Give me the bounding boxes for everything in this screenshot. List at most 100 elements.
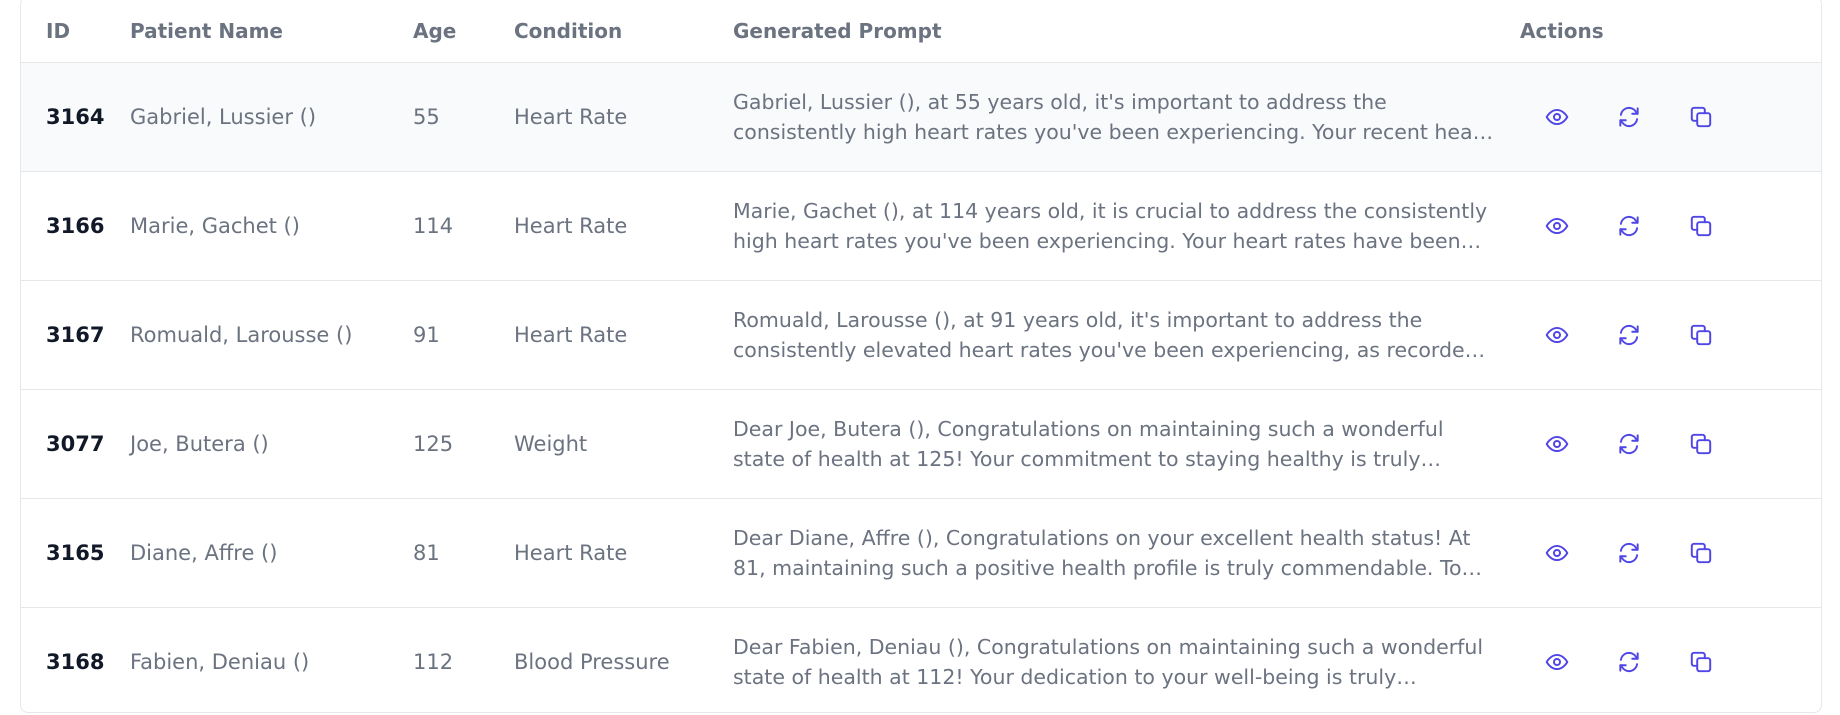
table-row: 3164 Gabriel, Lussier () 55 Heart Rate G… xyxy=(21,62,1821,172)
patients-table: ID Patient Name Age Condition Generated … xyxy=(21,0,1821,712)
table-body: 3164 Gabriel, Lussier () 55 Heart Rate G… xyxy=(21,62,1821,712)
header-actions: Actions xyxy=(1520,0,1821,63)
eye-icon xyxy=(1545,326,1569,343)
table-header: ID Patient Name Age Condition Generated … xyxy=(21,0,1821,63)
cell-generated-prompt: Romuald, Larousse (), at 91 years old, i… xyxy=(733,280,1520,390)
copy-icon xyxy=(1690,542,1712,563)
copy-button[interactable] xyxy=(1683,426,1719,462)
cell-age: 125 xyxy=(413,389,514,499)
prompt-text: Dear Diane, Affre (), Congratulations on… xyxy=(733,525,1471,580)
cell-id: 3164 xyxy=(21,62,130,172)
cell-actions xyxy=(1520,498,1821,608)
refresh-icon xyxy=(1619,651,1639,672)
header-id: ID xyxy=(21,0,130,63)
cell-age: 81 xyxy=(413,498,514,608)
header-patient-name: Patient Name xyxy=(130,0,413,63)
cell-id: 3167 xyxy=(21,280,130,390)
regenerate-button[interactable] xyxy=(1611,99,1647,135)
regenerate-button[interactable] xyxy=(1611,317,1647,353)
view-button[interactable] xyxy=(1539,535,1575,571)
prompt-text: Marie, Gachet (), at 114 years old, it i… xyxy=(733,198,1488,253)
prompt-text: Romuald, Larousse (), at 91 years old, i… xyxy=(733,307,1478,362)
row-actions xyxy=(1520,208,1821,244)
refresh-icon xyxy=(1619,215,1639,236)
prompt-text: Dear Fabien, Deniau (), Congratulations … xyxy=(733,634,1484,689)
prompt-text: Dear Joe, Butera (), Congratulations on … xyxy=(733,416,1444,471)
row-actions xyxy=(1520,535,1821,571)
cell-age: 91 xyxy=(413,280,514,390)
cell-condition: Blood Pressure xyxy=(514,649,670,674)
cell-generated-prompt: Marie, Gachet (), at 114 years old, it i… xyxy=(733,171,1520,281)
refresh-icon xyxy=(1619,433,1639,454)
regenerate-button[interactable] xyxy=(1611,644,1647,680)
cell-condition: Weight xyxy=(514,389,733,499)
cell-age: 112 xyxy=(413,649,454,674)
cell-actions xyxy=(1520,389,1821,499)
cell-generated-prompt: Dear Joe, Butera (), Congratulations on … xyxy=(733,389,1520,499)
table-header-row: ID Patient Name Age Condition Generated … xyxy=(21,0,1821,63)
cell-id: 3077 xyxy=(21,389,130,499)
cell-actions xyxy=(1520,280,1821,390)
cell-age: 114 xyxy=(413,171,514,281)
regenerate-button[interactable] xyxy=(1611,535,1647,571)
cell-condition: Heart Rate xyxy=(514,280,733,390)
row-actions xyxy=(1520,644,1821,680)
eye-icon xyxy=(1545,544,1569,561)
view-button[interactable] xyxy=(1539,644,1575,680)
refresh-icon xyxy=(1619,106,1639,127)
eye-icon xyxy=(1545,108,1569,125)
copy-icon xyxy=(1690,324,1712,345)
refresh-icon xyxy=(1619,324,1639,345)
view-button[interactable] xyxy=(1539,99,1575,135)
header-condition: Condition xyxy=(514,0,733,63)
view-button[interactable] xyxy=(1539,208,1575,244)
header-generated-prompt: Generated Prompt xyxy=(733,0,1520,63)
copy-button[interactable] xyxy=(1683,317,1719,353)
row-actions xyxy=(1520,99,1821,135)
view-button[interactable] xyxy=(1539,426,1575,462)
table-row: 3168 Fabien, Deniau () 112 Blood Pressur… xyxy=(21,607,1821,712)
eye-icon xyxy=(1545,435,1569,452)
cell-actions xyxy=(1520,171,1821,281)
copy-button[interactable] xyxy=(1683,99,1719,135)
view-button[interactable] xyxy=(1539,317,1575,353)
copy-icon xyxy=(1690,651,1712,672)
cell-id: 3166 xyxy=(21,171,130,281)
cell-patient-name: Diane, Affre () xyxy=(130,498,413,608)
table-row: 3167 Romuald, Larousse () 91 Heart Rate … xyxy=(21,280,1821,390)
cell-generated-prompt: Dear Diane, Affre (), Congratulations on… xyxy=(733,498,1520,608)
patients-table-card: ID Patient Name Age Condition Generated … xyxy=(20,0,1822,713)
cell-age: 55 xyxy=(413,62,514,172)
cell-patient-name: Fabien, Deniau () xyxy=(130,649,310,674)
row-actions xyxy=(1520,426,1821,462)
cell-id: 3165 xyxy=(21,498,130,608)
copy-icon xyxy=(1690,433,1712,454)
cell-patient-name: Romuald, Larousse () xyxy=(130,280,413,390)
table-row: 3165 Diane, Affre () 81 Heart Rate Dear … xyxy=(21,498,1821,608)
cell-id: 3168 xyxy=(46,649,105,674)
copy-icon xyxy=(1690,106,1712,127)
cell-patient-name: Gabriel, Lussier () xyxy=(130,62,413,172)
cell-condition: Heart Rate xyxy=(514,171,733,281)
cell-generated-prompt: Gabriel, Lussier (), at 55 years old, it… xyxy=(733,62,1520,172)
header-age: Age xyxy=(413,0,514,63)
prompt-text: Gabriel, Lussier (), at 55 years old, it… xyxy=(733,89,1490,144)
cell-patient-name: Marie, Gachet () xyxy=(130,171,413,281)
copy-button[interactable] xyxy=(1683,208,1719,244)
cell-generated-prompt: Dear Fabien, Deniau (), Congratulations … xyxy=(733,607,1520,712)
copy-button[interactable] xyxy=(1683,644,1719,680)
cell-condition: Heart Rate xyxy=(514,498,733,608)
cell-patient-name: Joe, Butera () xyxy=(130,389,413,499)
cell-condition: Heart Rate xyxy=(514,62,733,172)
cell-actions xyxy=(1520,62,1821,172)
eye-icon xyxy=(1545,217,1569,234)
eye-icon xyxy=(1545,653,1569,670)
regenerate-button[interactable] xyxy=(1611,208,1647,244)
copy-button[interactable] xyxy=(1683,535,1719,571)
table-row: 3166 Marie, Gachet () 114 Heart Rate Mar… xyxy=(21,171,1821,281)
regenerate-button[interactable] xyxy=(1611,426,1647,462)
copy-icon xyxy=(1690,215,1712,236)
cell-actions xyxy=(1520,607,1821,712)
table-row: 3077 Joe, Butera () 125 Weight Dear Joe,… xyxy=(21,389,1821,499)
row-actions xyxy=(1520,317,1821,353)
